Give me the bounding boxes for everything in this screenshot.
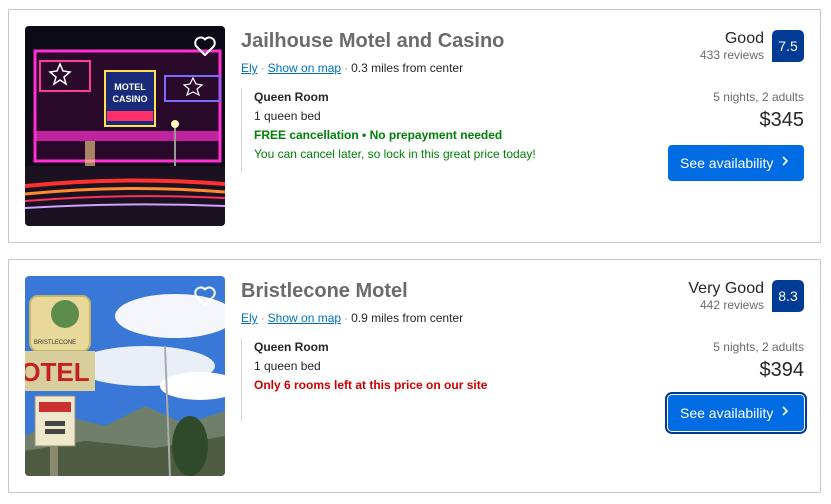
show-on-map-link[interactable]: Show on map [268, 311, 341, 325]
see-availability-button[interactable]: See availability [668, 145, 804, 181]
svg-text:MOTEL: MOTEL [114, 82, 146, 92]
review-summary[interactable]: Good 433 reviews [700, 30, 764, 62]
review-count: 442 reviews [699, 298, 764, 312]
distance-text: 0.3 miles from center [351, 61, 464, 75]
heart-outline-icon[interactable] [193, 34, 217, 58]
separator-dot: · [344, 311, 349, 325]
score-badge: 8.3 [772, 280, 804, 312]
score-badge: 7.5 [772, 30, 804, 62]
property-card: BRISTLECONE OTEL Bristlecone Motel Ely · S… [8, 259, 821, 493]
room-name: Queen Room [254, 90, 329, 104]
score-word: Very Good [688, 280, 764, 297]
property-title[interactable]: Bristlecone Motel [241, 280, 408, 303]
cancellation-note: You can cancel later, so lock in this gr… [254, 147, 536, 161]
button-label: See availability [680, 155, 774, 171]
bed-info: 1 queen bed [254, 109, 321, 123]
room-details: Queen Room 1 queen bed Only 6 rooms left… [241, 338, 487, 422]
separator-dot: · [344, 61, 349, 75]
room-details: Queen Room 1 queen bed FREE cancellation… [241, 88, 536, 172]
score-word: Good [724, 30, 764, 47]
city-link[interactable]: Ely [241, 61, 258, 75]
stay-summary: 5 nights, 2 adults [713, 340, 804, 354]
bed-info: 1 queen bed [254, 359, 321, 373]
heart-outline-icon[interactable] [193, 284, 217, 308]
stay-summary: 5 nights, 2 adults [713, 90, 804, 104]
see-availability-button[interactable]: See availability [665, 392, 807, 434]
chevron-right-icon [780, 404, 790, 421]
show-on-map-link[interactable]: Show on map [268, 61, 341, 75]
distance-text: 0.9 miles from center [351, 311, 464, 325]
city-link[interactable]: Ely [241, 311, 258, 325]
svg-text:OTEL: OTEL [25, 357, 90, 387]
button-label: See availability [680, 405, 774, 421]
price: $394 [759, 359, 805, 381]
property-photo[interactable]: MOTEL CASINO [25, 26, 225, 226]
review-summary[interactable]: Very Good 442 reviews [688, 280, 764, 312]
svg-text:BRISTLECONE: BRISTLECONE [34, 340, 76, 346]
separator-dot: · [260, 61, 265, 75]
property-title[interactable]: Jailhouse Motel and Casino [241, 30, 504, 53]
cancellation-policy: FREE cancellation • No prepayment needed [254, 128, 503, 142]
chevron-right-icon [780, 154, 790, 171]
scarcity-message: Only 6 rooms left at this price on our s… [254, 378, 488, 392]
property-card: MOTEL CASINO Jailhouse Motel and Casino … [8, 9, 821, 243]
svg-text:CASINO: CASINO [112, 94, 147, 104]
separator-dot: · [260, 311, 265, 325]
location-line: Ely · Show on map · 0.3 miles from center [241, 61, 463, 75]
property-photo[interactable]: BRISTLECONE OTEL [25, 276, 225, 476]
room-name: Queen Room [254, 340, 329, 354]
review-count: 433 reviews [699, 48, 764, 62]
location-line: Ely · Show on map · 0.9 miles from center [241, 311, 463, 325]
price: $345 [759, 109, 805, 131]
